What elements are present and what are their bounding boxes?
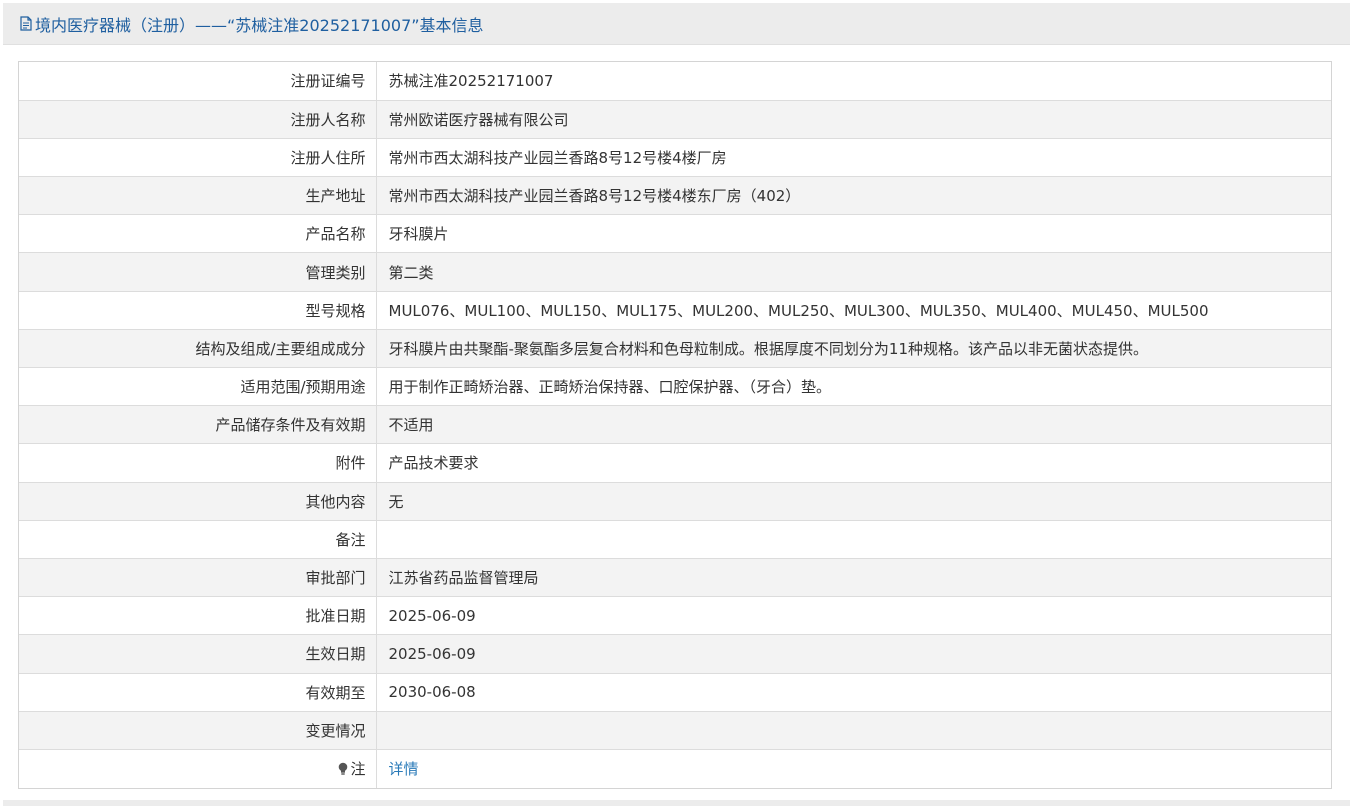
- lightbulb-icon: [337, 762, 349, 776]
- row-label: 附件: [19, 443, 377, 483]
- table-row: 附件 产品技术要求: [19, 443, 1331, 483]
- row-value: 无: [376, 482, 1331, 521]
- row-value: 苏械注准20252171007: [376, 62, 1331, 101]
- page: 境内医疗器械（注册）——“苏械注准20252171007”基本信息 注册证编号苏…: [0, 0, 1353, 806]
- row-value: [376, 520, 1331, 559]
- row-value: MUL076、MUL100、MUL150、MUL175、MUL200、MUL25…: [376, 291, 1331, 330]
- row-value: 第二类: [376, 252, 1331, 292]
- note-value-cell: 详情: [376, 749, 1331, 787]
- row-value: 用于制作正畸矫治器、正畸矫治保持器、口腔保护器、（牙合）垫。: [376, 367, 1331, 407]
- table-row: 结构及组成/主要组成成分 牙科膜片由共聚酯-聚氨酯多层复合材料和色母粒制成。根据厚…: [19, 329, 1331, 369]
- note-label-cell: 注: [19, 749, 377, 788]
- table-row: 审批部门 江苏省药品监督管理局: [19, 558, 1331, 598]
- table-row: 变更情况: [19, 711, 1331, 750]
- info-panel: 注册证编号 苏械注准20252171007 注册人名称 常州欧诺医疗器械有限公司 注册人…: [18, 61, 1332, 789]
- row-value: 2025-06-09: [376, 596, 1331, 636]
- document-icon: [20, 16, 32, 31]
- row-label: 生产地址: [19, 176, 377, 216]
- table-row-note: 注 详情: [19, 749, 1331, 788]
- row-value: 江苏省药品监督管理局: [376, 558, 1331, 598]
- table-row: 备注: [19, 520, 1331, 559]
- row-label: 有效期至: [19, 673, 377, 712]
- note-label: 注: [350, 760, 366, 779]
- table-row: 其他内容无: [19, 482, 1331, 521]
- row-label: 备注: [19, 520, 377, 559]
- row-value: 2030-06-08: [376, 673, 1331, 712]
- row-value: 牙科膜片: [376, 214, 1331, 254]
- row-value: 产品技术要求: [376, 443, 1331, 483]
- bottom-strip: [3, 800, 1350, 806]
- row-label: 型号规格: [19, 291, 377, 330]
- row-label: 注册人住所: [19, 138, 377, 178]
- table-row: 生产地址 常州市西太湖科技产业园兰香路8号12号楼4楼东厂房（402）: [19, 176, 1331, 216]
- page-header: 境内医疗器械（注册）——“苏械注准20252171007”基本信息: [3, 3, 1350, 45]
- table-row: 产品储存条件及有效期 不适用: [19, 405, 1331, 445]
- row-value: [376, 711, 1331, 750]
- page-title: 境内医疗器械（注册）——“苏械注准20252171007”基本信息: [35, 15, 484, 35]
- row-value: 常州市西太湖科技产业园兰香路8号12号楼4楼东厂房（402）: [376, 176, 1331, 216]
- row-label: 批准日期: [19, 596, 377, 636]
- row-label: 其他内容: [19, 482, 377, 521]
- table-row: 管理类别 第二类: [19, 252, 1331, 292]
- row-label: 注册证编号: [19, 62, 377, 101]
- row-value: 牙科膜片由共聚酯-聚氨酯多层复合材料和色母粒制成。根据厚度不同划分为11种规格。…: [376, 329, 1331, 369]
- row-label: 结构及组成/主要组成成分: [19, 329, 377, 369]
- row-label: 注册人名称: [19, 100, 377, 139]
- row-label: 管理类别: [19, 252, 377, 292]
- table-row: 产品名称 牙科膜片: [19, 214, 1331, 254]
- table-row: 注册人住所 常州市西太湖科技产业园兰香路8号12号楼4楼厂房: [19, 138, 1331, 178]
- info-table: 注册证编号 苏械注准20252171007 注册人名称 常州欧诺医疗器械有限公司 注册人…: [19, 62, 1331, 788]
- table-row: 注册人名称 常州欧诺医疗器械有限公司: [19, 100, 1331, 139]
- row-label: 变更情况: [19, 711, 377, 750]
- row-label: 生效日期: [19, 634, 377, 674]
- row-value: 2025-06-09: [376, 634, 1331, 674]
- row-label: 产品名称: [19, 214, 377, 254]
- row-value: 常州欧诺医疗器械有限公司: [376, 100, 1331, 139]
- table-row: 批准日期 2025-06-09: [19, 596, 1331, 636]
- table-row: 适用范围/预期用途 用于制作正畸矫治器、正畸矫治保持器、口腔保护器、（牙合）垫。: [19, 367, 1331, 407]
- row-value: 不适用: [376, 405, 1331, 445]
- table-row: 生效日期 2025-06-09: [19, 634, 1331, 674]
- table-row: 注册证编号 苏械注准20252171007: [19, 62, 1331, 101]
- row-label: 适用范围/预期用途: [19, 367, 377, 407]
- row-label: 产品储存条件及有效期: [19, 405, 377, 445]
- row-value: 常州市西太湖科技产业园兰香路8号12号楼4楼厂房: [376, 138, 1331, 178]
- row-label: 审批部门: [19, 558, 377, 598]
- table-row: 有效期至 2030-06-08: [19, 673, 1331, 712]
- table-row: 型号规格 MUL076、MUL100、MUL150、MUL175、MUL200、M…: [19, 291, 1331, 330]
- details-link[interactable]: 详情: [389, 760, 419, 778]
